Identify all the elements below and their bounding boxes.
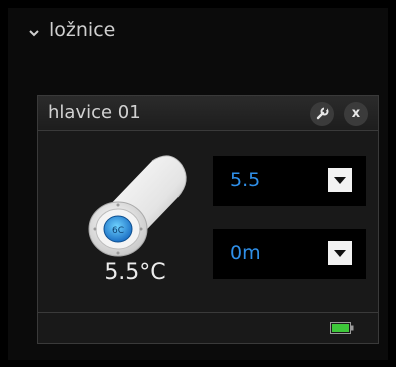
setpoint-dropdown[interactable]: 5.5 (213, 156, 366, 206)
close-icon: x (351, 106, 361, 121)
setpoint-dropdown-button[interactable] (328, 168, 352, 192)
room-section-header[interactable]: ložnice (8, 8, 388, 64)
chevron-down-icon (334, 250, 346, 257)
room-title: ložnice (49, 19, 116, 41)
device-card-footer (38, 312, 378, 343)
wrench-icon (316, 107, 329, 120)
temperature-readout: 5.5°C (104, 260, 166, 285)
svg-text:6C: 6C (112, 226, 124, 236)
setpoint-value: 5.5 (230, 169, 261, 191)
device-card: hlavice 01 x 6C 5.5°C 5.5 0m (37, 95, 379, 344)
radiator-thermostat-icon: 6C (88, 155, 187, 257)
device-title: hlavice 01 (48, 102, 141, 123)
chevron-down-icon (334, 177, 346, 184)
device-card-header: hlavice 01 x (38, 96, 378, 131)
timer-dropdown[interactable]: 0m (213, 229, 366, 279)
battery-full-icon (330, 322, 354, 334)
settings-button[interactable] (310, 102, 334, 126)
room-panel: ložnice hlavice 01 x 6C 5.5°C 5.5 0m (8, 8, 388, 360)
timer-value: 0m (230, 242, 261, 264)
timer-dropdown-button[interactable] (328, 241, 352, 265)
chevron-down-icon[interactable] (28, 28, 40, 38)
close-button[interactable]: x (344, 102, 368, 126)
